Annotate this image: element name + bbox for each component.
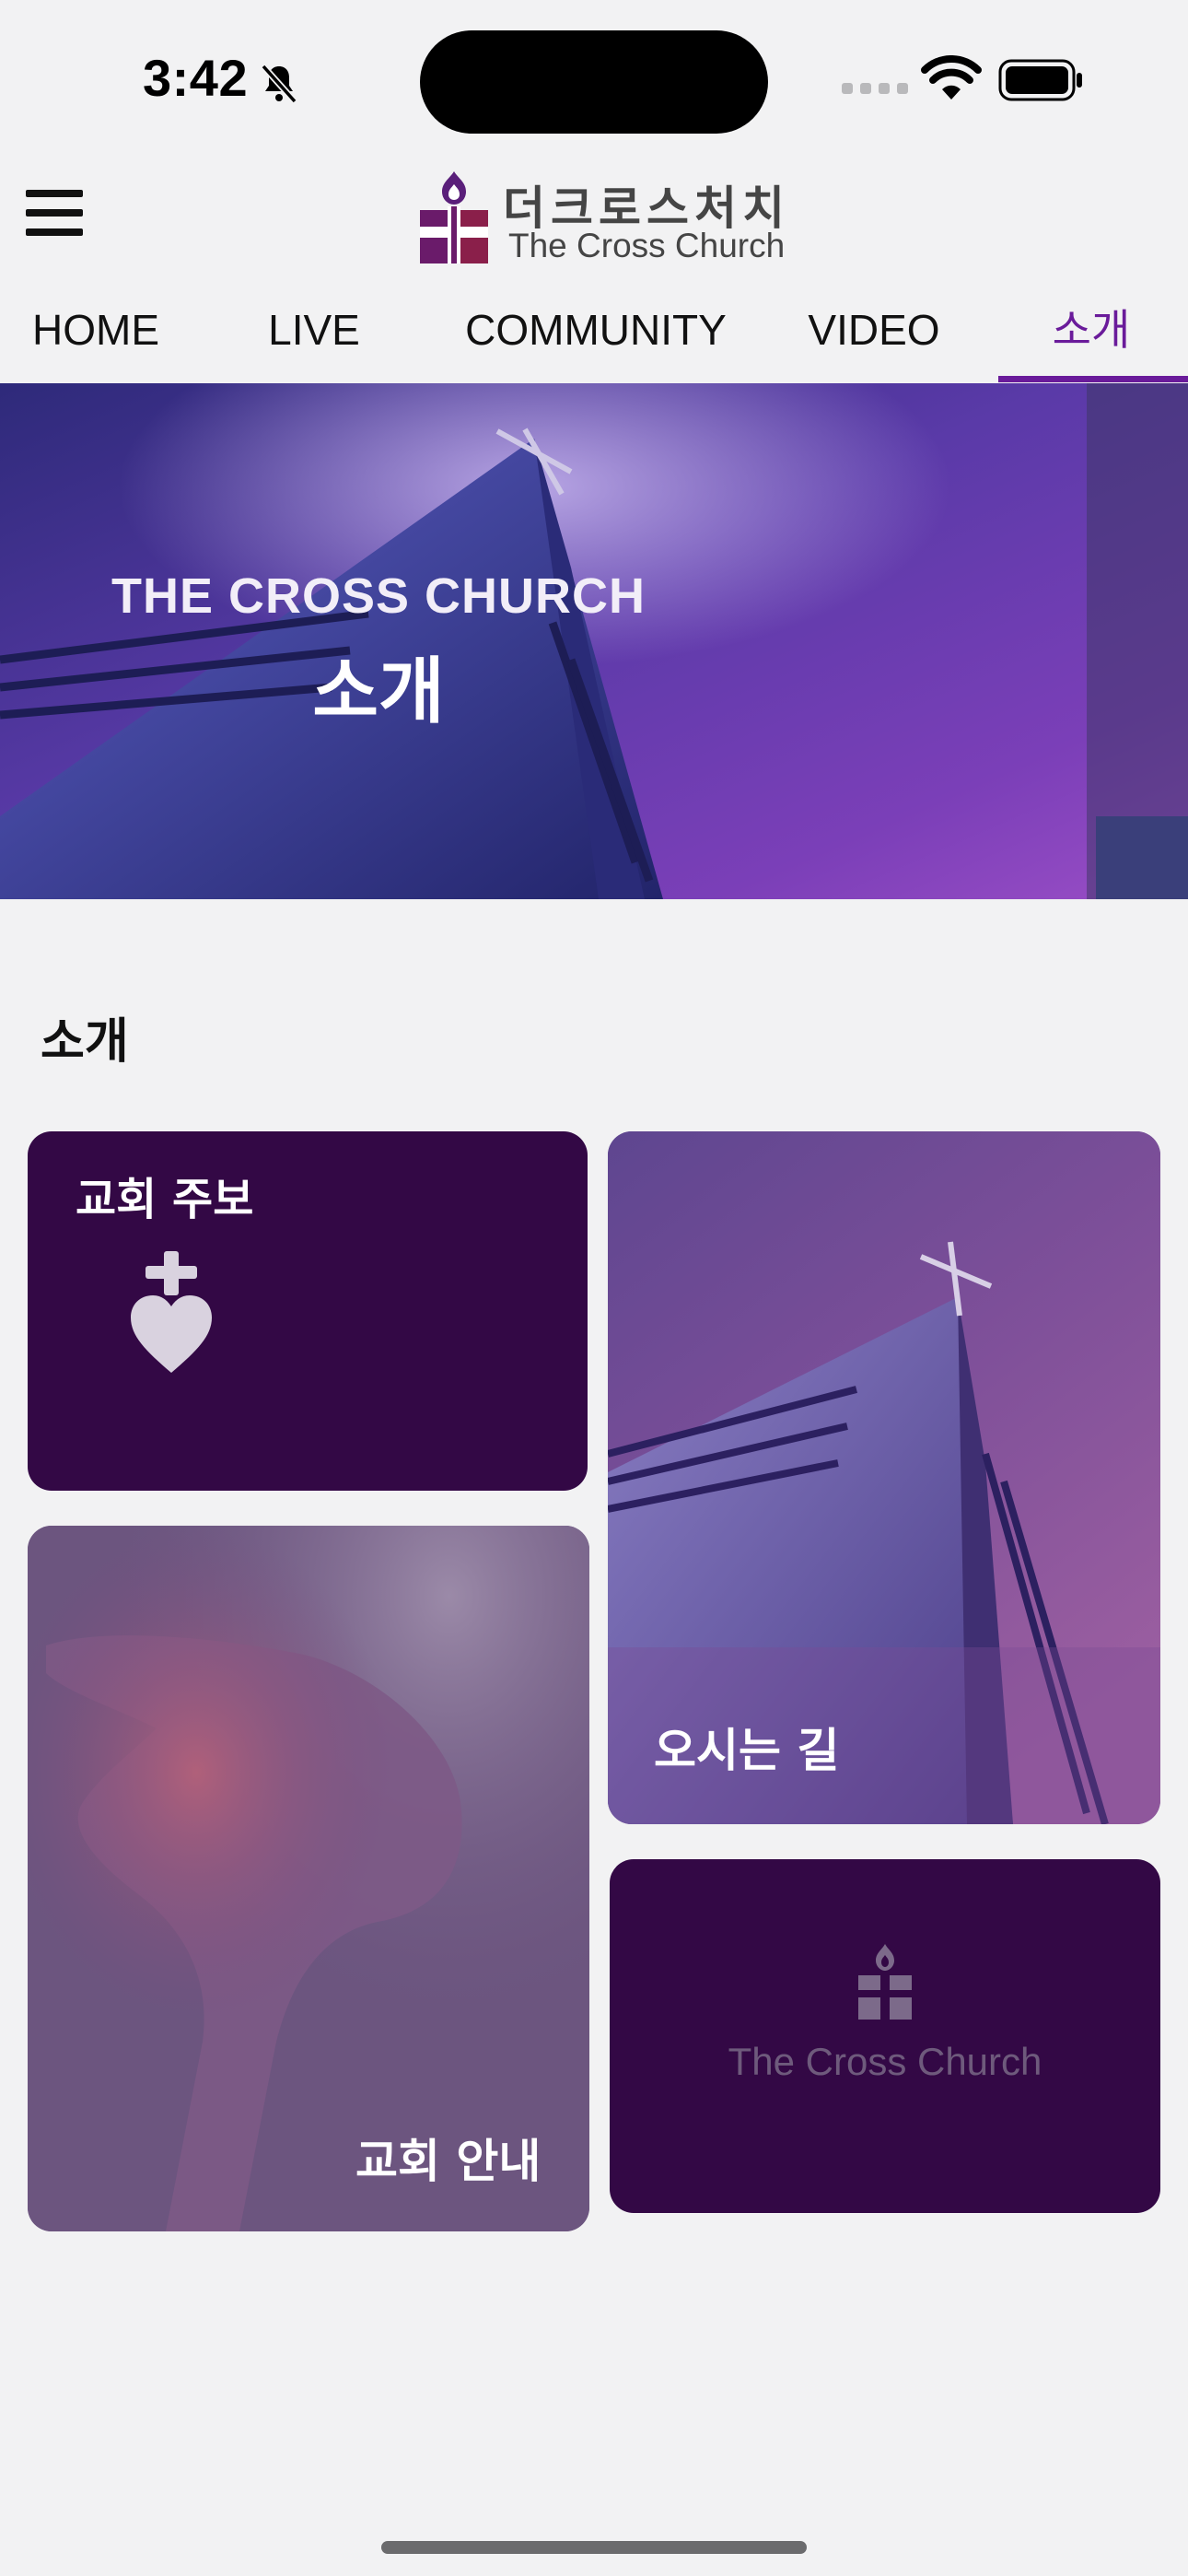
hero-banner: THE CROSS CHURCH 소개: [0, 383, 1188, 899]
home-indicator: [381, 2541, 807, 2554]
tab-community[interactable]: COMMUNITY: [444, 297, 748, 381]
tab-home[interactable]: HOME: [13, 297, 179, 381]
bulletin-label: 교회 주보: [76, 1174, 254, 1225]
active-tab-indicator: [998, 376, 1188, 382]
tab-live[interactable]: LIVE: [245, 297, 383, 381]
hero-title: 소개: [312, 650, 445, 733]
church-logo-icon: [858, 1944, 912, 2020]
cross-heart-icon: [131, 1251, 212, 1373]
church-guide-card[interactable]: 교회 안내: [28, 1526, 589, 2231]
brand-label: The Cross Church: [728, 2040, 1042, 2083]
church-logo[interactable]: 더크로스처치 The Cross Church: [416, 170, 785, 265]
logo-english-text: The Cross Church: [508, 227, 786, 264]
section-title: 소개: [41, 1014, 129, 1070]
bulletin-card[interactable]: 교회 주보: [28, 1131, 588, 1491]
cellular-signal-icon: [842, 83, 908, 94]
church-logo-icon: [420, 171, 488, 263]
directions-card[interactable]: 오시는 길: [608, 1131, 1160, 1824]
tab-bar: HOME LIVE COMMUNITY VIDEO 소개: [0, 297, 1188, 381]
bell-slash-icon: [261, 64, 297, 104]
status-time: 3:42: [143, 49, 249, 107]
hero-subtitle: THE CROSS CHURCH: [111, 568, 646, 624]
menu-icon[interactable]: [26, 190, 83, 236]
brand-card[interactable]: The Cross Church: [610, 1859, 1160, 2213]
directions-label: 오시는 길: [654, 1724, 840, 1777]
wifi-icon: [921, 55, 982, 100]
dynamic-island: [420, 30, 768, 134]
church-guide-label: 교회 안내: [355, 2135, 542, 2188]
battery-icon: [998, 59, 1082, 101]
screen: 3:42 더크로스처치 The Cross Church HOME LIVE C…: [0, 0, 1188, 2576]
tab-intro[interactable]: 소개: [1022, 297, 1160, 381]
tab-video[interactable]: VIDEO: [796, 297, 952, 381]
